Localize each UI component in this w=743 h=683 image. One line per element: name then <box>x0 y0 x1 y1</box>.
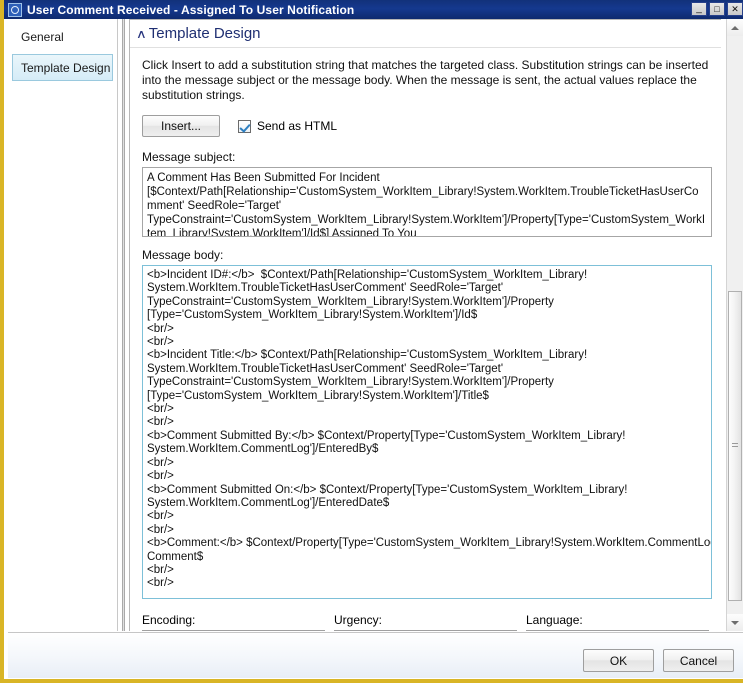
vertical-scrollbar[interactable] <box>726 19 743 631</box>
sidebar-item-label: General <box>21 30 64 44</box>
urgency-label: Urgency: <box>334 613 383 627</box>
scroll-down-button[interactable] <box>727 614 743 631</box>
encoding-select[interactable]: Unicode (UTF-8) <box>142 630 325 631</box>
section-header: ∧ Template Design <box>130 20 721 48</box>
sidebar-item-template-design[interactable]: Template Design <box>12 54 113 81</box>
send-as-html-checkbox[interactable]: Send as HTML <box>238 119 337 133</box>
urgency-group: Urgency: Medium <box>334 613 517 631</box>
dialog-window: User Comment Received - Assigned To User… <box>0 0 743 683</box>
scrollbar-thumb[interactable] <box>728 291 742 601</box>
language-group: Language: English (United States) <box>526 613 709 631</box>
ok-button[interactable]: OK <box>583 649 654 672</box>
message-body-label: Message body: <box>142 248 224 262</box>
message-body-input[interactable]: <b>Incident ID#:</b> $Context/Path[Relat… <box>142 265 712 599</box>
sidebar-item-general[interactable]: General <box>12 23 113 50</box>
title-bar: User Comment Received - Assigned To User… <box>4 0 743 19</box>
instructions-text: Click Insert to add a substitution strin… <box>142 58 709 102</box>
footer-buttons: OK Cancel <box>583 649 734 672</box>
close-button[interactable]: ✕ <box>727 2 743 16</box>
scroll-up-button[interactable] <box>727 19 743 36</box>
notification-template-icon <box>8 2 22 17</box>
cancel-button[interactable]: Cancel <box>663 649 734 672</box>
maximize-button[interactable]: □ <box>709 2 725 16</box>
minimize-button[interactable]: _ <box>691 2 707 16</box>
insert-row: Insert... Send as HTML <box>142 115 709 137</box>
language-label: Language: <box>526 613 583 627</box>
caret-up-icon <box>731 25 739 30</box>
template-design-pane: ∧ Template Design Click Insert to add a … <box>129 19 721 631</box>
scrollbar-grip-icon <box>732 443 738 449</box>
message-subject-input[interactable]: A Comment Has Been Submitted For Inciden… <box>142 167 712 237</box>
caret-down-icon <box>731 620 739 625</box>
pane-body: Click Insert to add a substitution strin… <box>130 48 721 631</box>
sidebar: General Template Design <box>8 19 118 631</box>
encoding-label: Encoding: <box>142 613 196 627</box>
page-title: Template Design <box>148 25 261 42</box>
checkbox-checked-icon <box>238 119 251 133</box>
maximize-icon: □ <box>714 3 720 14</box>
dialog-client-area: General Template Design ∧ Template Desig… <box>8 19 743 679</box>
insert-button[interactable]: Insert... <box>142 115 220 137</box>
dialog-footer: OK Cancel <box>8 632 743 678</box>
chevron-up-icon[interactable]: ∧ <box>136 28 147 40</box>
window-title: User Comment Received - Assigned To User… <box>27 2 355 17</box>
sidebar-item-label: Template Design <box>21 61 111 75</box>
language-select[interactable]: English (United States) <box>526 630 709 631</box>
close-icon: ✕ <box>731 3 739 14</box>
message-subject-label: Message subject: <box>142 150 236 164</box>
urgency-select[interactable]: Medium <box>334 630 517 631</box>
encoding-group: Encoding: Unicode (UTF-8) <box>142 613 325 631</box>
send-as-html-label: Send as HTML <box>257 119 338 133</box>
pane-splitter[interactable] <box>119 19 129 631</box>
combo-row: Encoding: Unicode (UTF-8) Urgency: Mediu… <box>142 613 709 631</box>
window-controls: _ □ ✕ <box>691 2 743 16</box>
minimize-icon: _ <box>696 3 702 14</box>
